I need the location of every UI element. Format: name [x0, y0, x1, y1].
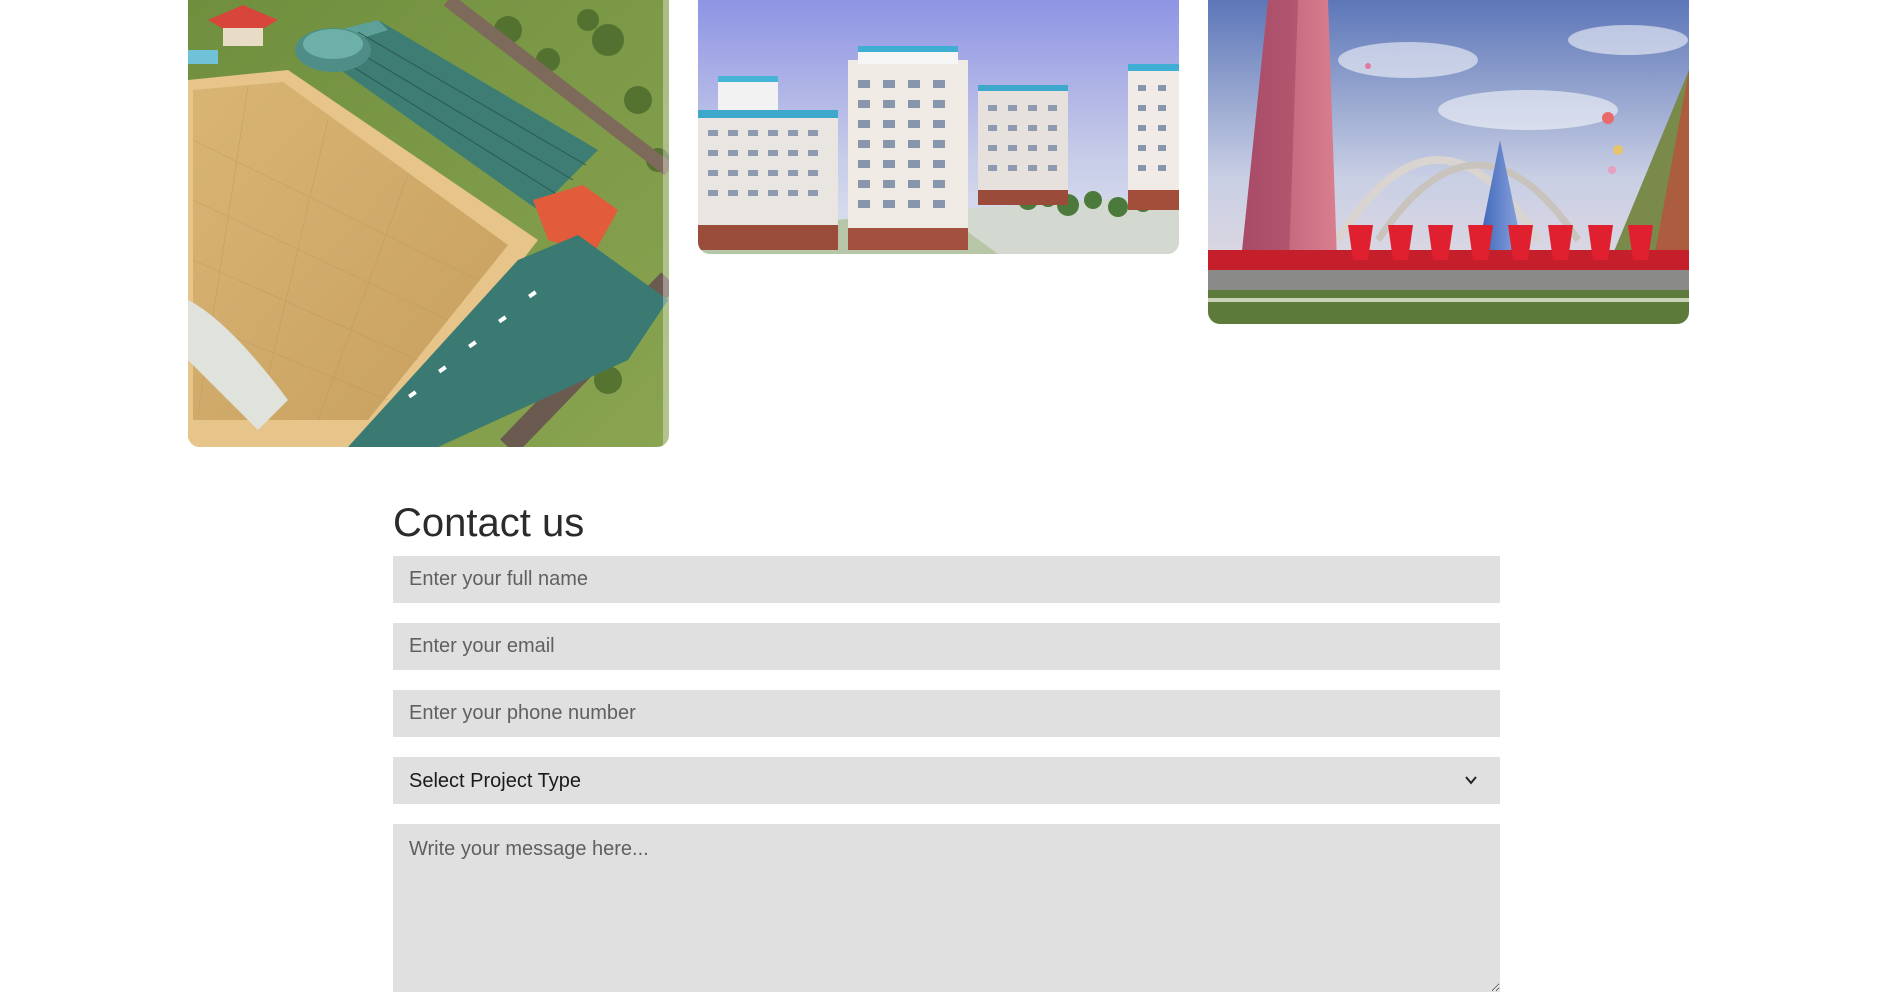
project-type-select[interactable]: Select Project Type — [393, 757, 1500, 804]
page: Contact us Select Project Type — [0, 0, 1887, 1000]
contact-section: Contact us Select Project Type — [393, 500, 1500, 1000]
gallery-image-sports-complex[interactable] — [188, 0, 669, 447]
gallery-image-monument-arch[interactable] — [1208, 0, 1689, 324]
message-textarea[interactable] — [393, 824, 1500, 992]
phone-input[interactable] — [393, 690, 1500, 737]
monument-arch-illustration — [1208, 0, 1689, 324]
contact-title: Contact us — [393, 501, 585, 545]
full-name-input[interactable] — [393, 556, 1500, 603]
gallery-image-residential-towers[interactable] — [698, 0, 1179, 254]
email-input[interactable] — [393, 623, 1500, 670]
sports-complex-illustration — [188, 0, 669, 447]
project-type-select-wrapper: Select Project Type — [393, 757, 1500, 804]
residential-towers-illustration — [698, 0, 1179, 254]
